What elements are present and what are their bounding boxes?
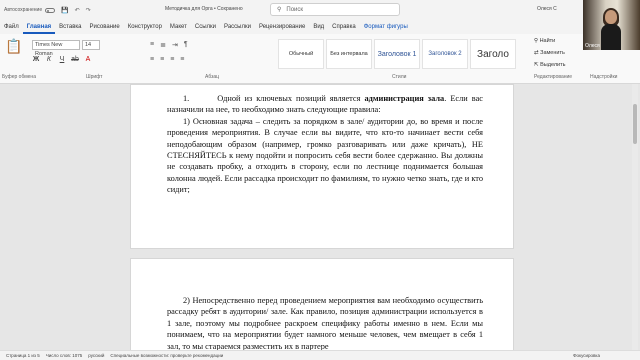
document-page-1[interactable]: 1. Одной из ключевых позиций является ад… bbox=[130, 84, 514, 249]
ribbon-tabs: Файл Главная Вставка Рисование Конструкт… bbox=[0, 20, 640, 34]
webcam-name: Олеся bbox=[585, 43, 600, 49]
ribbon-home: 📋 Буфер обмена Times New Roman 14 Ж К Ч … bbox=[0, 34, 640, 84]
search-box[interactable]: ⚲ Поиск bbox=[270, 3, 400, 16]
bullets-icon[interactable]: ≡ bbox=[150, 41, 154, 49]
tab-shape-format[interactable]: Формат фигуры bbox=[360, 20, 412, 34]
tab-draw[interactable]: Рисование bbox=[85, 20, 123, 34]
style-no-spacing[interactable]: Без интервала bbox=[326, 39, 372, 69]
tab-design[interactable]: Конструктор bbox=[124, 20, 166, 34]
save-icon[interactable]: 💾 bbox=[61, 7, 68, 14]
search-placeholder: Поиск bbox=[286, 6, 304, 13]
numbering-icon[interactable]: ≣ bbox=[160, 41, 166, 49]
find-button[interactable]: ⚲ Найти bbox=[534, 38, 566, 44]
clipboard-icon: 📋 bbox=[5, 38, 23, 54]
p1-bold: администрация зала bbox=[364, 94, 445, 103]
editing-group-label: Редактирование bbox=[534, 74, 573, 80]
paragraph-group-label: Абзац bbox=[205, 74, 220, 80]
strikethrough-button[interactable]: ab bbox=[71, 56, 79, 63]
tab-insert[interactable]: Вставка bbox=[55, 20, 85, 34]
webcam-overlay: Олеся bbox=[583, 0, 640, 50]
autosave-label: Автосохранение bbox=[4, 7, 43, 13]
search-icon: ⚲ bbox=[277, 7, 282, 13]
focus-button[interactable]: Фокусировка bbox=[573, 353, 600, 358]
undo-icon[interactable]: ↶ bbox=[75, 7, 80, 14]
align-center-icon[interactable]: ≡ bbox=[160, 56, 164, 63]
webcam-person bbox=[601, 8, 621, 50]
style-normal[interactable]: Обычный bbox=[278, 39, 324, 69]
tab-references[interactable]: Ссылки bbox=[191, 20, 220, 34]
document-title: Методичка для Орга • Сохранено bbox=[165, 6, 243, 12]
pilcrow-icon[interactable]: ¶ bbox=[184, 41, 188, 49]
bold-button[interactable]: Ж bbox=[32, 56, 40, 63]
clipboard-group-label: Буфер обмена bbox=[2, 74, 36, 80]
addins-group-label: Надстройки bbox=[590, 74, 618, 80]
style-heading-2[interactable]: Заголовок 2 bbox=[422, 39, 468, 69]
find-label: Найти bbox=[539, 38, 556, 44]
user-name[interactable]: Олеся С bbox=[537, 6, 557, 12]
language[interactable]: русский bbox=[88, 353, 104, 358]
word-count[interactable]: Число слов: 1075 bbox=[46, 353, 83, 358]
document-page-2[interactable]: 2) Непосредственно перед проведением мер… bbox=[130, 258, 514, 358]
font-group-label: Шрифт bbox=[86, 74, 103, 80]
replace-button[interactable]: ⇄ Заменить bbox=[534, 50, 566, 56]
autosave-toggle[interactable] bbox=[45, 7, 56, 13]
person-body bbox=[601, 24, 621, 50]
align-left-icon[interactable]: ≡ bbox=[150, 56, 154, 63]
paragraph-2: 1) Основная задача – следить за порядком… bbox=[167, 116, 483, 195]
tab-view[interactable]: Вид bbox=[309, 20, 328, 34]
paragraph-row-1: ≡ ≣ ⇥ ¶ bbox=[150, 41, 188, 49]
tab-mailings[interactable]: Рассылки bbox=[220, 20, 255, 34]
paragraph-row-2: ≡ ≡ ≡ ≡ bbox=[150, 56, 184, 63]
justify-icon[interactable]: ≡ bbox=[180, 56, 184, 63]
editing-group: ⚲ Найти ⇄ Заменить ⇱ Выделить bbox=[534, 38, 566, 68]
status-right: Фокусировка bbox=[567, 353, 600, 358]
paste-button[interactable]: 📋 bbox=[4, 38, 24, 62]
accessibility-status[interactable]: Специальные возможности: проверьте реком… bbox=[110, 353, 223, 358]
tab-review[interactable]: Рецензирование bbox=[255, 20, 309, 34]
document-area[interactable]: 1. Одной из ключевых позиций является ад… bbox=[0, 84, 640, 358]
select-button[interactable]: ⇱ Выделить bbox=[534, 62, 566, 68]
paragraph-1: 1. Одной из ключевых позиций является ад… bbox=[167, 93, 483, 116]
font-size-select[interactable]: 14 bbox=[82, 40, 100, 50]
font-name-select[interactable]: Times New Roman bbox=[32, 40, 80, 57]
select-label: Выделить bbox=[540, 62, 566, 68]
status-bar: Страница 1 из 5 Число слов: 1075 русский… bbox=[0, 350, 640, 360]
underline-button[interactable]: Ч bbox=[58, 56, 66, 63]
p1-number: 1. bbox=[183, 94, 190, 103]
page-1-text[interactable]: 1. Одной из ключевых позиций является ад… bbox=[167, 93, 483, 196]
page-2-text[interactable]: 2) Непосредственно перед проведением мер… bbox=[167, 295, 483, 352]
word-window: Автосохранение 💾 ↶ ↷ Методичка для Орга … bbox=[0, 0, 640, 360]
redo-icon[interactable]: ↷ bbox=[86, 7, 91, 14]
indent-icon[interactable]: ⇥ bbox=[172, 41, 178, 49]
vertical-scrollbar[interactable] bbox=[632, 84, 638, 350]
styles-group-label: Стили bbox=[392, 74, 407, 80]
scrollbar-thumb[interactable] bbox=[633, 104, 637, 144]
page-count[interactable]: Страница 1 из 5 bbox=[6, 353, 40, 358]
styles-gallery: Обычный Без интервала Заголовок 1 Заголо… bbox=[278, 39, 518, 69]
font-color-button[interactable]: A bbox=[84, 56, 92, 63]
font-format-row: Ж К Ч ab A bbox=[32, 56, 92, 63]
tab-home[interactable]: Главная bbox=[22, 20, 56, 34]
style-title[interactable]: Заголо bbox=[470, 39, 516, 69]
paragraph-3: 2) Непосредственно перед проведением мер… bbox=[167, 296, 483, 351]
p1-text-a: Одной из ключевых позиций является bbox=[217, 94, 365, 103]
person-head bbox=[605, 10, 617, 24]
tab-layout[interactable]: Макет bbox=[166, 20, 191, 34]
style-heading-1[interactable]: Заголовок 1 bbox=[374, 39, 420, 69]
tab-file[interactable]: Файл bbox=[0, 20, 23, 34]
tab-help[interactable]: Справка bbox=[328, 20, 360, 34]
title-bar: Автосохранение 💾 ↶ ↷ Методичка для Орга … bbox=[0, 0, 640, 20]
align-right-icon[interactable]: ≡ bbox=[170, 56, 174, 63]
replace-label: Заменить bbox=[540, 50, 565, 56]
italic-button[interactable]: К bbox=[45, 56, 53, 63]
